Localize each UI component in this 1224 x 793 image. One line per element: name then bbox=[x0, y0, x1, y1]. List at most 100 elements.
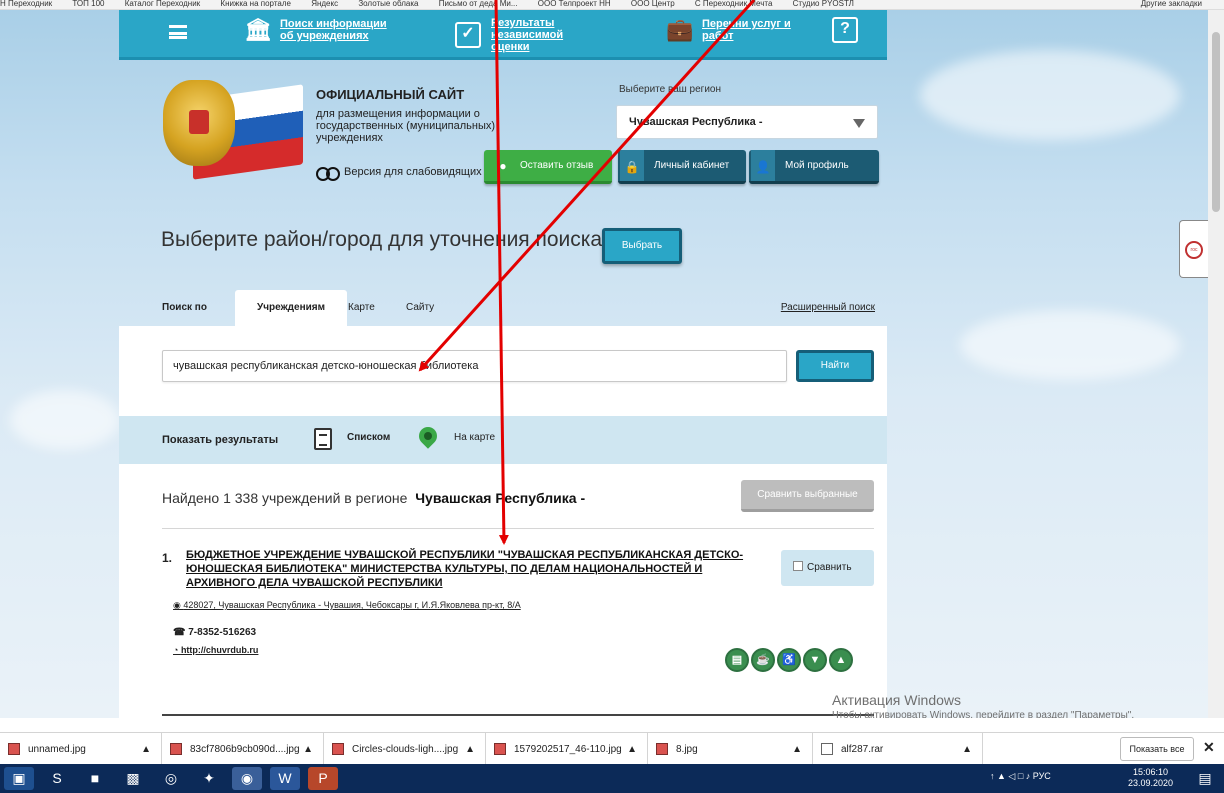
results-region: Чувашская Республика - bbox=[415, 490, 586, 506]
bookmark-item[interactable]: Книжка на портале bbox=[220, 0, 291, 8]
cloud-decoration bbox=[920, 50, 1180, 140]
cloud-decoration bbox=[960, 310, 1180, 380]
choose-district-button[interactable]: Выбрать bbox=[602, 228, 682, 264]
system-tray[interactable]: ↑ ▲ ◁ □ ♪ РУС bbox=[990, 771, 1051, 782]
bookmark-item[interactable]: Студио PYOSТЛ bbox=[793, 0, 854, 8]
advanced-search-link[interactable]: Расширенный поиск bbox=[781, 302, 875, 313]
app-icon[interactable]: ✦ bbox=[194, 767, 224, 790]
compare-checkbox[interactable]: Сравнить bbox=[781, 550, 874, 586]
bookmark-item[interactable]: Яндекс bbox=[311, 0, 338, 8]
inbox-icon[interactable]: ▤ bbox=[725, 648, 749, 672]
save-icon[interactable]: ▣ bbox=[4, 767, 34, 790]
windows-activation-watermark: Активация Windows Чтобы активировать Win… bbox=[832, 692, 1134, 718]
chevron-up-icon[interactable]: ▲ bbox=[627, 744, 637, 755]
profile-button[interactable]: 👤 Мой профиль bbox=[749, 150, 879, 184]
chevron-up-icon[interactable]: ▲ bbox=[792, 744, 802, 755]
bookmark-item[interactable]: С Переходник Мечта bbox=[695, 0, 773, 8]
chevron-up-icon[interactable]: ▲ bbox=[303, 744, 313, 755]
bookmark-item[interactable]: Золотые облака bbox=[358, 0, 418, 8]
download-item[interactable]: alf287.rar ▲ bbox=[813, 733, 983, 765]
skype-icon[interactable]: S bbox=[42, 767, 72, 790]
view-map-option[interactable]: На карте bbox=[454, 432, 495, 443]
bookmark-item[interactable]: ООО Центр bbox=[631, 0, 675, 8]
thumbs-up-icon[interactable]: ▲ bbox=[829, 648, 853, 672]
store-icon[interactable]: ▩ bbox=[118, 767, 148, 790]
camera-icon[interactable]: ■ bbox=[80, 767, 110, 790]
bookmark-item[interactable]: Н Переходник bbox=[0, 0, 52, 8]
bookmark-item[interactable]: Каталог Переходник bbox=[125, 0, 200, 8]
gosuslugi-icon: гос bbox=[1185, 241, 1203, 259]
address-link[interactable]: ◉ 428027, Чувашская Республика - Чувашия… bbox=[173, 600, 521, 611]
language-indicator[interactable]: РУС bbox=[1033, 771, 1051, 781]
chevron-up-icon[interactable]: ▲ bbox=[141, 744, 151, 755]
coat-of-arms-icon bbox=[163, 80, 235, 166]
scrollbar-thumb[interactable] bbox=[1212, 32, 1220, 212]
menu-icon[interactable] bbox=[169, 25, 187, 39]
search-tabs: Поиск по Учреждениям Карте Сайту Расшире… bbox=[119, 280, 887, 326]
search-panel: чувашская республиканская детско-юношеск… bbox=[119, 326, 887, 416]
site-logo[interactable] bbox=[163, 70, 303, 180]
tab-site[interactable]: Сайту bbox=[406, 302, 434, 313]
show-all-downloads-button[interactable]: Показать все bbox=[1120, 737, 1194, 761]
clock-time: 15:06:10 bbox=[1133, 767, 1169, 777]
feedback-button[interactable]: ● Оставить отзыв bbox=[484, 150, 612, 184]
download-item[interactable]: Circles-clouds-ligh....jpg ▲ bbox=[324, 733, 486, 765]
website-link[interactable]: ◔ http://chuvrdub.ru bbox=[173, 645, 258, 655]
checkmark-icon: ✓ bbox=[455, 22, 481, 48]
list-icon[interactable] bbox=[314, 428, 332, 450]
gosuslugi-widget[interactable]: гос bbox=[1179, 220, 1208, 278]
globe-icon[interactable]: ◎ bbox=[156, 767, 186, 790]
bookmark-item[interactable]: ТОП 100 bbox=[72, 0, 104, 8]
image-file-icon bbox=[170, 743, 182, 755]
search-input[interactable]: чувашская республиканская детско-юношеск… bbox=[162, 350, 787, 382]
comment-icon: ● bbox=[499, 158, 507, 173]
tie-icon[interactable]: ▼ bbox=[803, 648, 827, 672]
cabinet-label: Личный кабинет bbox=[654, 159, 730, 171]
institution-link[interactable]: БЮДЖЕТНОЕ УЧРЕЖДЕНИЕ ЧУВАШСКОЙ РЕСПУБЛИК… bbox=[186, 548, 746, 590]
briefcase-icon: 💼 bbox=[666, 17, 694, 42]
low-vision-link[interactable]: Версия для слабовидящих bbox=[316, 166, 482, 181]
view-list-option[interactable]: Списком bbox=[347, 432, 390, 443]
help-button[interactable]: ? bbox=[832, 17, 868, 43]
bookmark-item[interactable]: Письмо от деда Ми... bbox=[439, 0, 518, 8]
institution-icon: 🏛 bbox=[244, 17, 272, 42]
download-filename: 1579202517_46-110.jpg bbox=[514, 743, 622, 755]
wheelchair-icon[interactable]: ♿ bbox=[777, 648, 801, 672]
download-item[interactable]: 83cf7806b9cb090d....jpg ▲ bbox=[162, 733, 324, 765]
feedback-label: Оставить отзыв bbox=[520, 159, 594, 171]
tab-institutions[interactable]: Учреждениям bbox=[235, 290, 347, 326]
divider bbox=[162, 714, 874, 716]
results-count: Найдено 1 338 учреждений в регионе Чуваш… bbox=[162, 490, 585, 506]
region-select[interactable]: Чувашская Республика - bbox=[616, 105, 878, 139]
chrome-icon[interactable]: ◉ bbox=[232, 767, 262, 790]
download-item[interactable]: 8.jpg ▲ bbox=[648, 733, 813, 765]
nav-label: Поиск информации об учреждениях bbox=[280, 18, 387, 42]
bookmark-item[interactable]: ООО Телпроект НН bbox=[538, 0, 611, 8]
nav-evaluation[interactable]: ✓ Результаты независимой оценки bbox=[455, 17, 601, 53]
chevron-up-icon[interactable]: ▲ bbox=[465, 744, 475, 755]
download-filename: alf287.rar bbox=[841, 743, 884, 755]
download-item[interactable]: 1579202517_46-110.jpg ▲ bbox=[486, 733, 648, 765]
vertical-scrollbar[interactable] bbox=[1208, 10, 1224, 718]
powerpoint-icon[interactable]: P bbox=[308, 767, 338, 790]
tab-map[interactable]: Карте bbox=[348, 302, 375, 313]
download-filename: 83cf7806b9cb090d....jpg bbox=[190, 743, 300, 755]
cabinet-button[interactable]: 🔒 Личный кабинет bbox=[618, 150, 746, 184]
nav-institutions[interactable]: 🏛 Поиск информации об учреждениях bbox=[244, 17, 390, 43]
website-url: http://chuvrdub.ru bbox=[180, 645, 259, 655]
nav-services[interactable]: 💼 Перечни услуг и работ bbox=[666, 17, 812, 43]
address-text: 428027, Чувашская Республика - Чувашия, … bbox=[183, 600, 521, 610]
close-icon[interactable]: ✕ bbox=[1203, 739, 1215, 756]
find-button[interactable]: Найти bbox=[796, 350, 874, 382]
nav-label: Результаты независимой оценки bbox=[491, 17, 564, 53]
image-file-icon bbox=[494, 743, 506, 755]
clock[interactable]: 15:06:10 23.09.2020 bbox=[1128, 767, 1173, 789]
chevron-up-icon[interactable]: ▲ bbox=[962, 744, 972, 755]
cup-icon[interactable]: ☕ bbox=[751, 648, 775, 672]
compare-selected-button[interactable]: Сравнить выбранные bbox=[741, 480, 874, 512]
download-item[interactable]: unnamed.jpg ▲ bbox=[0, 733, 162, 765]
other-bookmarks[interactable]: Другие закладки bbox=[1141, 0, 1202, 8]
word-icon[interactable]: W bbox=[270, 767, 300, 790]
map-pin-icon[interactable] bbox=[415, 423, 441, 449]
notifications-icon[interactable]: ▤ bbox=[1190, 767, 1220, 790]
